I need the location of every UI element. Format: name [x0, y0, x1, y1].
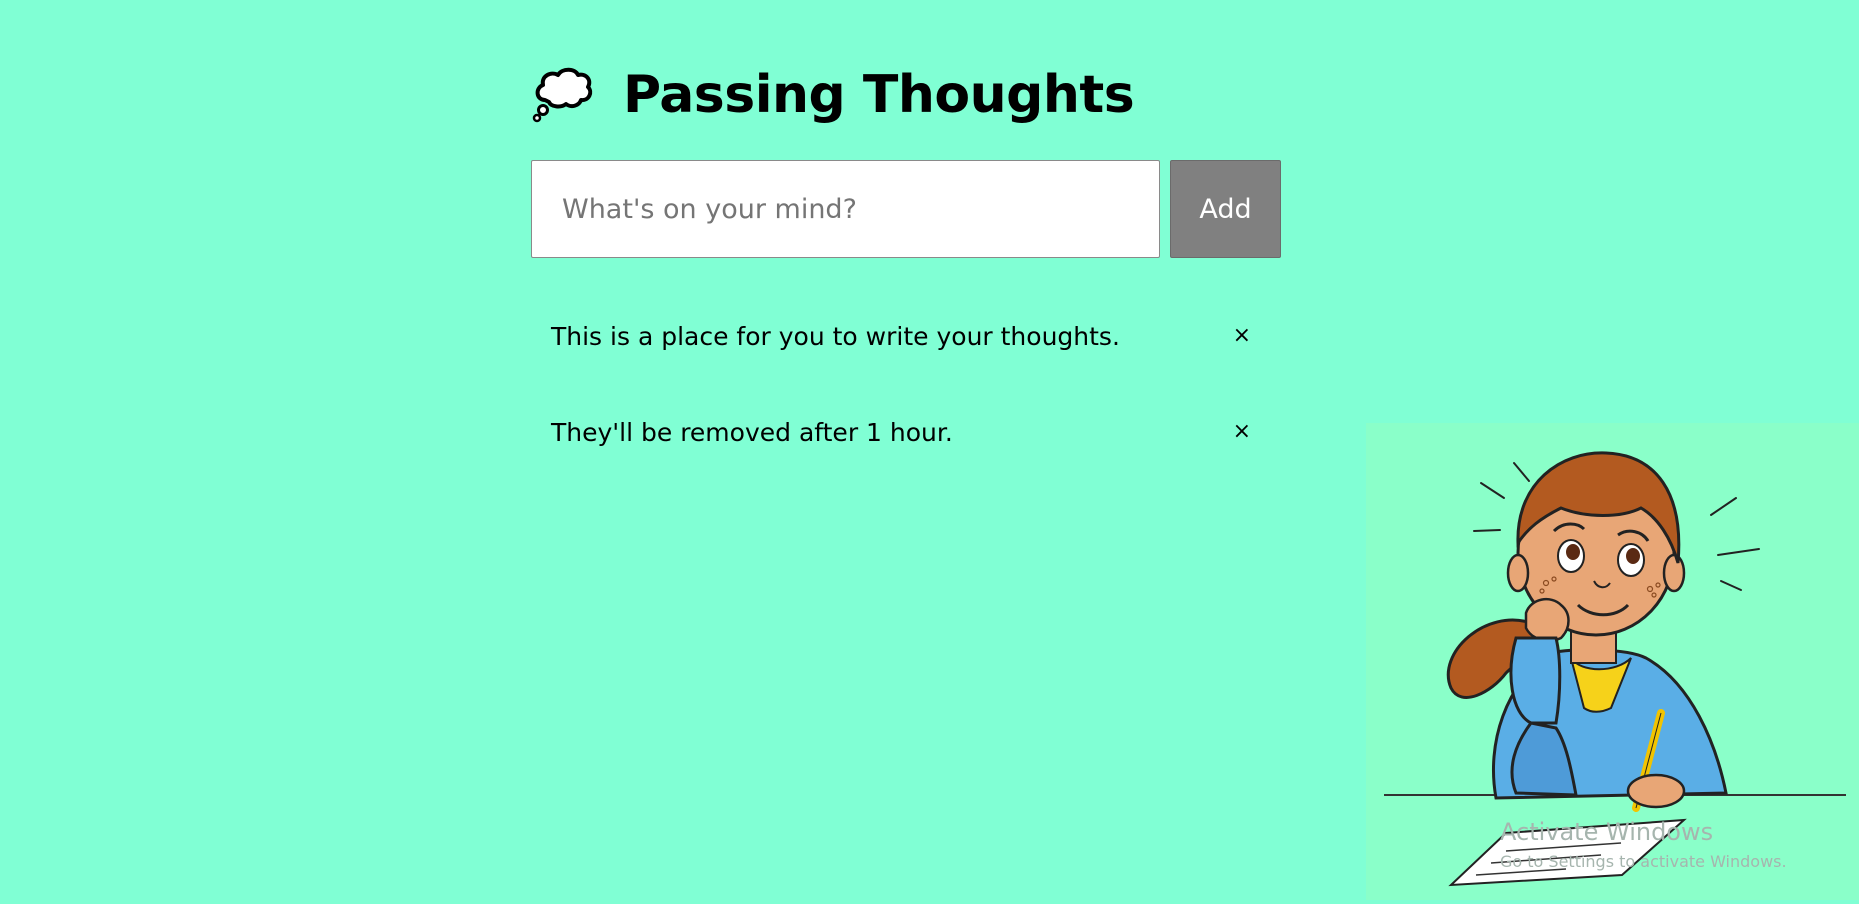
watermark-subtitle: Go to Settings to activate Windows. — [1500, 852, 1787, 871]
thought-form: Add — [531, 160, 1281, 258]
add-button[interactable]: Add — [1170, 160, 1281, 258]
list-item: This is a place for you to write your th… — [531, 288, 1281, 384]
thought-text: They'll be removed after 1 hour. — [551, 417, 953, 447]
page-title: Passing Thoughts — [623, 65, 1135, 125]
thought-input[interactable] — [531, 160, 1160, 258]
windows-activation-watermark: Activate Windows Go to Settings to activ… — [1500, 818, 1787, 871]
close-icon[interactable]: × — [1233, 421, 1251, 443]
chin-hand — [1524, 597, 1570, 643]
list-item: They'll be removed after 1 hour. × — [531, 384, 1281, 480]
app-container: Passing Thoughts Add This is a place for… — [531, 60, 1281, 480]
watermark-title: Activate Windows — [1500, 818, 1714, 846]
header: Passing Thoughts — [531, 60, 1281, 130]
thought-list: This is a place for you to write your th… — [531, 288, 1281, 480]
close-icon[interactable]: × — [1233, 325, 1251, 347]
sleeve — [1509, 636, 1562, 725]
thought-text: This is a place for you to write your th… — [551, 321, 1120, 351]
writing-hand — [1626, 773, 1686, 809]
thought-bubble-icon — [532, 67, 593, 123]
